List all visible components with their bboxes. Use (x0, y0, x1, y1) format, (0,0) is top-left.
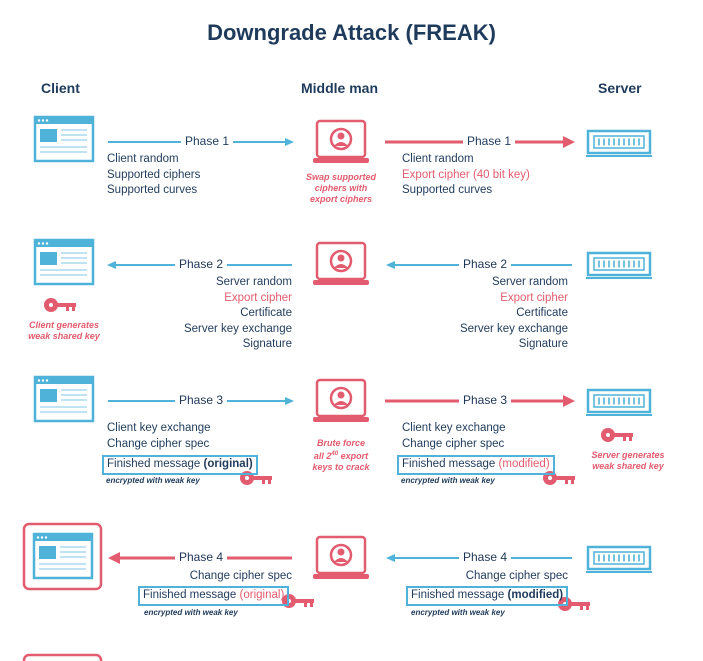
client-browser-icon (33, 115, 95, 163)
field-line: Certificate (240, 307, 292, 319)
phase-label: Phase 2 (463, 257, 508, 271)
field-line: Client random (107, 153, 179, 165)
note-line: export (338, 451, 369, 461)
encrypted-note: encrypted with weak key (106, 476, 200, 485)
encrypted-note: encrypted with weak key (401, 476, 495, 485)
phase-label: Phase 4 (463, 550, 508, 564)
field-line: Export cipher (224, 291, 292, 304)
phase-label: Phase 3 (179, 393, 224, 407)
finished-message-box: Finished message (modified) (397, 455, 555, 475)
encrypted-note: encrypted with weak key (411, 608, 505, 617)
note-line: all 2 (313, 451, 332, 461)
server-note: Server generates weak shared key (583, 450, 673, 472)
phase-label: Phase 4 (179, 550, 224, 564)
field-line: Server random (215, 276, 292, 288)
middle-note: Swap supported ciphers with export ciphe… (298, 172, 384, 205)
phase-label: Phase 3 (463, 393, 508, 407)
phase-label: Phase 2 (179, 257, 224, 271)
note-line: weak shared key (28, 331, 100, 341)
server-icon (584, 545, 654, 574)
field-line: Change cipher spec (189, 570, 292, 582)
field-line: Supported curves (402, 184, 493, 196)
finished-label: Finished message (411, 589, 508, 601)
finished-state: (original) (203, 458, 253, 470)
modified-finish-fields: Client key exchange Change cipher spec (402, 421, 506, 452)
attacker-laptop-icon (311, 241, 371, 287)
attacker-laptop-icon (311, 378, 371, 424)
server-hello-fields-left: Server random Export cipher Certificate … (160, 275, 292, 353)
client-browser-icon (32, 532, 94, 580)
finished-state: (modified) (498, 458, 550, 470)
note-line: Client generates (28, 320, 100, 330)
phase-label: Phase 1 (467, 134, 512, 148)
finished-message-box: Finished message (original) (102, 455, 258, 475)
modified-hello-fields: Client random Export cipher (40 bit key)… (402, 152, 530, 199)
field-line: Export cipher (40 bit key) (402, 168, 530, 181)
field-line: Server random (491, 276, 568, 288)
field-line: Change cipher spec (465, 570, 568, 582)
field-line: Client random (402, 153, 474, 165)
client-hello-fields: Client random Supported ciphers Supporte… (107, 152, 200, 199)
attacker-laptop-icon (311, 535, 371, 581)
client-browser-icon (33, 238, 95, 286)
note-line: ciphers with (314, 183, 368, 193)
field-line: Server key exchange (183, 322, 292, 335)
note-line: Brute force (316, 438, 365, 448)
finished-label: Finished message (143, 589, 240, 601)
field-line: Change cipher spec (402, 437, 505, 450)
phase-label: Phase 1 (185, 134, 230, 148)
field-line: Server key exchange (459, 322, 568, 335)
client-finish-fields: Client key exchange Change cipher spec (107, 421, 211, 452)
field-line: Signature (518, 338, 568, 350)
client-browser-icon (33, 375, 95, 423)
field-line: Certificate (516, 307, 568, 319)
note-line: keys to crack (312, 462, 370, 472)
finished-label: Finished message (107, 458, 204, 470)
finished-state: (original) (239, 589, 285, 601)
field-line: Signature (242, 338, 292, 350)
finished-state: (modified) (507, 589, 564, 601)
field-line: Export cipher (500, 291, 568, 304)
server-icon (584, 129, 654, 158)
server-icon (584, 251, 654, 280)
client-note: Client generates weak shared key (14, 320, 114, 342)
attacker-laptop-icon (311, 119, 371, 165)
note-line: Swap supported (305, 172, 376, 182)
server-icon (584, 388, 654, 417)
note-line: weak shared key (592, 461, 664, 471)
key-icon (601, 428, 633, 442)
finished-label: Finished message (402, 458, 499, 470)
encrypted-note: encrypted with weak key (144, 608, 238, 617)
server-hello-fields-right: Server random Export cipher Certificate … (436, 275, 568, 353)
highlight-frame (22, 653, 103, 661)
finished-message-box: Finished message (original) (138, 586, 290, 606)
note-line: export ciphers (309, 194, 373, 204)
field-line: Client key exchange (107, 422, 211, 434)
field-line: Change cipher spec (107, 437, 210, 450)
key-icon (44, 298, 76, 312)
brute-force-note: Brute force all 240 export keys to crack (300, 438, 382, 473)
finished-message-box: Finished message (modified) (406, 586, 569, 606)
field-line: Supported ciphers (107, 168, 201, 181)
field-line: Supported curves (107, 184, 198, 196)
field-line: Client key exchange (402, 422, 506, 434)
note-line: Server generates (591, 450, 665, 460)
